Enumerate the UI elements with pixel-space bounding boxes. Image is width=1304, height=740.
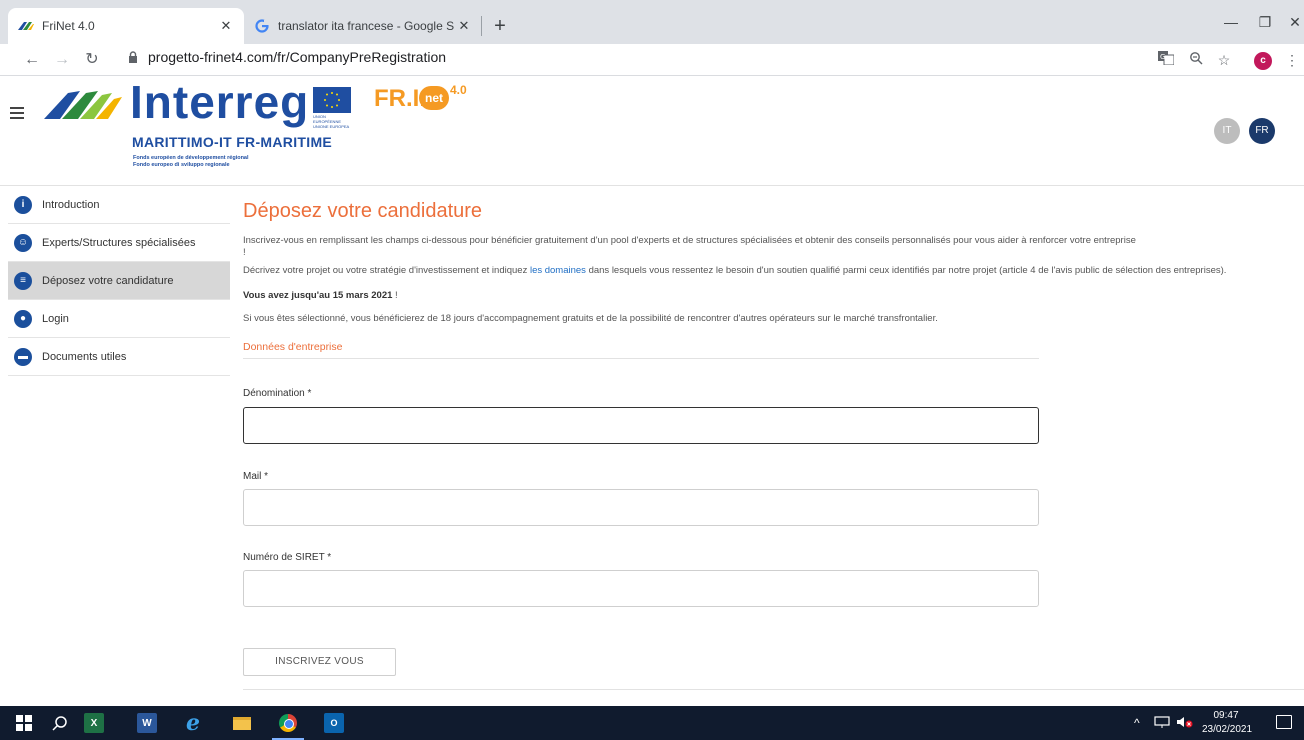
sidebar-item-documents[interactable]: ▬ Documents utiles [8, 338, 230, 376]
description-paragraph: Décrivez votre projet ou votre stratégie… [243, 265, 1298, 277]
hamburger-menu-icon[interactable] [10, 107, 24, 119]
description-text-after: dans lesquels vous ressentez le besoin d… [585, 265, 1227, 276]
intro-end: ! [243, 247, 246, 258]
page-title: Déposez votre candidature [243, 200, 483, 222]
frinet-net-badge: net [419, 86, 449, 110]
tab-google[interactable]: translator ita francese - Google S ✕ [244, 8, 482, 44]
tab-title: FriNet 4.0 [42, 19, 95, 33]
excel-icon[interactable]: X [84, 713, 104, 733]
notification-center-icon[interactable] [1276, 715, 1292, 729]
interreg-logo-text: Interreg [130, 76, 310, 128]
siret-input[interactable] [243, 570, 1039, 607]
windows-taskbar: X W e O ^ 09:47 23/02/2021 [0, 706, 1304, 740]
bottom-divider [243, 689, 1304, 690]
sidebar-item-introduction[interactable]: i Introduction [8, 186, 230, 224]
profile-avatar[interactable]: c [1254, 52, 1272, 70]
frinet-version: 4.0 [450, 83, 467, 97]
eu-flag-icon [313, 87, 351, 113]
sidebar-nav: i Introduction ☺ Experts/Structures spéc… [8, 186, 230, 376]
zoom-icon[interactable] [1184, 48, 1208, 72]
sidebar-item-label: Documents utiles [42, 350, 127, 363]
google-g-icon [254, 18, 270, 34]
domaines-link[interactable]: les domaines [530, 265, 586, 276]
intro-paragraph: Inscrivez-vous en remplissant les champs… [243, 235, 1298, 259]
folder-icon: ▬ [14, 347, 32, 366]
tray-expand-icon[interactable]: ^ [1134, 716, 1140, 730]
info-icon: i [14, 195, 32, 214]
internet-explorer-icon[interactable]: e [183, 710, 203, 736]
close-tab-icon[interactable]: ✕ [456, 18, 472, 34]
description-text-before: Décrivez votre projet ou votre stratégie… [243, 265, 530, 276]
intro-text: Inscrivez-vous en remplissant les champs… [243, 235, 1136, 246]
address-bar[interactable]: progetto-frinet4.com/fr/CompanyPreRegist… [128, 49, 446, 65]
deadline-paragraph: Vous avez jusqu'au 15 mars 2021 ! [243, 290, 1298, 302]
fonds-label-it: Fondo europeo di sviluppo regionale [133, 162, 230, 168]
deadline-end: ! [392, 290, 398, 301]
clock-date: 23/02/2021 [1202, 724, 1253, 735]
sidebar-item-experts[interactable]: ☺ Experts/Structures spécialisées [8, 224, 230, 262]
bookmark-star-icon[interactable]: ☆ [1212, 48, 1236, 72]
sidebar-item-login[interactable]: ● Login [8, 300, 230, 338]
chrome-icon[interactable] [278, 713, 298, 733]
menu-kebab-icon[interactable]: ⋮ [1280, 48, 1304, 72]
frinet-wings-icon [18, 18, 34, 34]
mail-label: Mail * [243, 471, 269, 482]
submit-button[interactable]: INSCRIVEZ VOUS [243, 648, 396, 676]
browser-toolbar: ← → ↻ progetto-frinet4.com/fr/CompanyPre… [0, 44, 1304, 76]
denomination-input[interactable] [243, 407, 1039, 444]
denomination-label: Dénomination * [243, 388, 312, 399]
outlook-icon[interactable]: O [324, 713, 344, 733]
site-header: Interreg UNION EUROPÉENNE UNIONE EUROPEA… [0, 76, 1304, 186]
fonds-label-fr: Fonds européen de développement régional [133, 155, 249, 161]
user-icon: ● [14, 309, 32, 328]
volume-muted-icon[interactable] [1176, 716, 1194, 731]
marittimo-label: MARITTIMO-IT FR-MARITIME [132, 134, 333, 150]
interreg-wings-icon [42, 85, 122, 125]
selection-paragraph: Si vous êtes sélectionné, vous bénéficie… [243, 313, 938, 324]
tab-separator [481, 16, 482, 36]
sidebar-item-label: Introduction [42, 198, 100, 211]
svg-text:G: G [1160, 53, 1165, 61]
forward-icon[interactable]: → [50, 48, 74, 72]
new-tab-icon[interactable]: + [486, 12, 514, 40]
siret-label: Numéro de SIRET * [243, 552, 332, 563]
close-window-icon[interactable]: ✕ [1278, 8, 1304, 36]
network-icon[interactable] [1154, 716, 1170, 731]
chat-icon: ☺ [14, 233, 32, 252]
file-explorer-icon[interactable] [232, 713, 252, 733]
section-title: Données d'entreprise [243, 341, 343, 353]
translate-icon[interactable]: G [1154, 48, 1178, 72]
lock-icon [128, 51, 140, 63]
word-icon[interactable]: W [137, 713, 157, 733]
sidebar-item-label: Login [42, 312, 69, 325]
restore-icon[interactable]: ❐ [1248, 8, 1282, 36]
sidebar-item-candidature[interactable]: ≡ Déposez votre candidature [8, 262, 230, 300]
deadline-text: Vous avez jusqu'au 15 mars 2021 [243, 290, 393, 301]
tab-title: translator ita francese - Google S [278, 19, 455, 33]
section-divider [243, 358, 1039, 359]
taskbar-clock[interactable]: 09:47 23/02/2021 [1202, 709, 1253, 737]
reload-icon[interactable]: ↻ [80, 48, 104, 72]
tab-frinet[interactable]: FriNet 4.0 ✕ [8, 8, 244, 44]
back-icon[interactable]: ← [20, 48, 44, 72]
language-it-button[interactable]: IT [1214, 118, 1240, 144]
language-fr-button[interactable]: FR [1249, 118, 1275, 144]
search-icon[interactable] [50, 713, 70, 733]
minimize-icon[interactable]: — [1214, 8, 1248, 36]
fonds-label: Fonds européen de développement régional… [133, 155, 249, 169]
close-tab-icon[interactable]: ✕ [218, 18, 234, 34]
eu-label: UNION EUROPÉENNE UNIONE EUROPEA [313, 114, 350, 129]
windows-start-icon[interactable] [14, 713, 34, 733]
sidebar-item-label: Experts/Structures spécialisées [42, 236, 196, 249]
list-icon: ≡ [14, 271, 32, 290]
sidebar-item-label: Déposez votre candidature [42, 274, 174, 287]
clock-time: 09:47 [1213, 710, 1239, 721]
url-text: progetto-frinet4.com/fr/CompanyPreRegist… [148, 49, 447, 65]
mail-input[interactable] [243, 489, 1039, 526]
browser-tab-bar: FriNet 4.0 ✕ translator ita francese - G… [0, 0, 1304, 44]
